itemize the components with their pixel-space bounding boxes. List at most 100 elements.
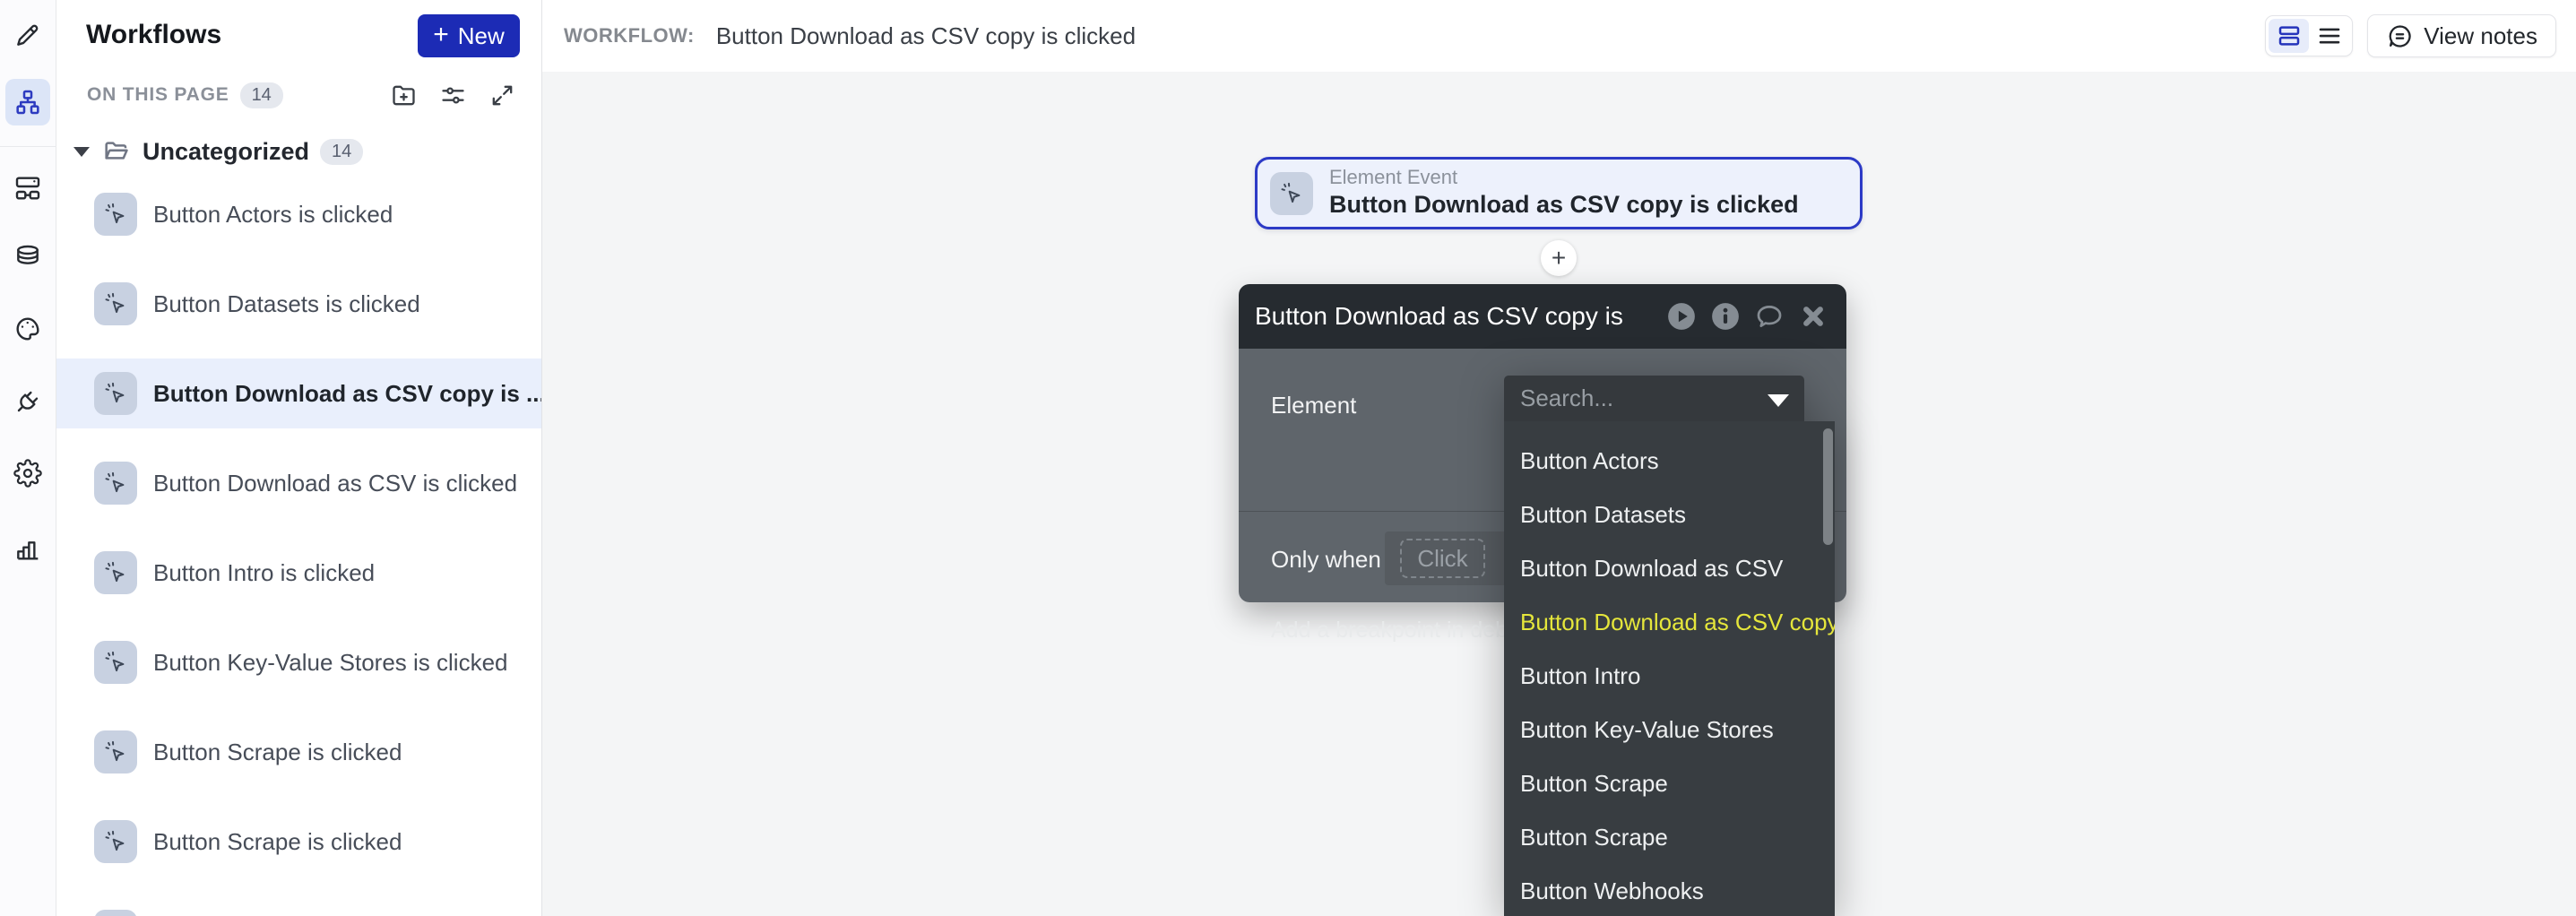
gear-icon bbox=[13, 459, 42, 488]
workflow-list-item[interactable]: Button Intro is clicked bbox=[56, 528, 541, 618]
workflow-list-item[interactable] bbox=[56, 886, 541, 916]
database-icon bbox=[13, 243, 42, 272]
workflow-breadcrumb-name: Button Download as CSV copy is clicked bbox=[716, 22, 1136, 50]
element-option[interactable]: Button Intro bbox=[1504, 649, 1835, 703]
sidebar-item-plugins[interactable] bbox=[13, 387, 42, 416]
folder-name: Uncategorized bbox=[143, 138, 309, 166]
folder-plus-icon bbox=[390, 82, 418, 109]
cursor-click-icon bbox=[103, 650, 128, 675]
sidebar-item-settings[interactable] bbox=[13, 459, 42, 488]
list-view-button[interactable] bbox=[2309, 19, 2349, 53]
expand-icon bbox=[488, 82, 516, 109]
workflow-list-item[interactable]: Button Datasets is clicked bbox=[56, 259, 541, 349]
info-circle-icon bbox=[1710, 301, 1741, 332]
sidebar-item-workflows[interactable] bbox=[5, 79, 50, 125]
comment-button[interactable] bbox=[1754, 301, 1785, 332]
condition-input[interactable]: Click bbox=[1385, 531, 1519, 585]
add-step-button[interactable]: + bbox=[1541, 240, 1577, 276]
sidebar-item-styles[interactable] bbox=[13, 315, 42, 343]
card-view-button[interactable] bbox=[2269, 19, 2309, 53]
rail-divider bbox=[0, 146, 56, 147]
breakpoint-row[interactable]: Add a breakpoint in deb bbox=[1271, 618, 1508, 648]
left-icon-rail bbox=[0, 0, 56, 916]
element-option-label: Button Scrape bbox=[1520, 824, 1668, 851]
workflow-item-label: Button Download as CSV is clicked bbox=[153, 470, 517, 497]
palette-icon bbox=[13, 315, 42, 343]
workflow-list: Button Actors is clicked Button Datasets… bbox=[56, 169, 541, 916]
element-option[interactable]: Button Key-Value Stores bbox=[1504, 703, 1835, 756]
click-condition-chip[interactable]: Click bbox=[1400, 539, 1485, 578]
workflow-breadcrumb-label: WORKFLOW: bbox=[564, 24, 695, 48]
info-button[interactable] bbox=[1710, 301, 1741, 332]
cursor-click-icon bbox=[103, 829, 128, 854]
node-type-label: Element Event bbox=[1329, 167, 1799, 188]
workflow-list-item[interactable]: Button Scrape is clicked bbox=[56, 797, 541, 886]
cursor-click-icon bbox=[103, 291, 128, 316]
view-mode-toggle bbox=[2265, 15, 2353, 56]
sidebar-item-components[interactable] bbox=[13, 174, 42, 203]
modal-header[interactable]: Button Download as CSV copy is bbox=[1239, 284, 1846, 349]
dropdown-scrollbar-thumb[interactable] bbox=[1823, 428, 1833, 545]
workflow-icon bbox=[13, 88, 42, 117]
add-folder-button[interactable] bbox=[390, 82, 418, 109]
new-workflow-button[interactable]: + New bbox=[418, 14, 520, 57]
bar-chart-icon bbox=[13, 534, 42, 563]
element-option[interactable]: Button Scrape bbox=[1504, 756, 1835, 810]
run-button[interactable] bbox=[1666, 301, 1697, 332]
folder-count-badge: 14 bbox=[320, 139, 363, 165]
element-option-label: Button Scrape bbox=[1520, 770, 1668, 798]
sidebar-item-logs[interactable] bbox=[13, 534, 42, 563]
element-search-input[interactable] bbox=[1504, 376, 1804, 421]
cursor-click-icon bbox=[1279, 181, 1304, 206]
element-option[interactable]: Button Actors bbox=[1504, 434, 1835, 488]
close-button[interactable] bbox=[1798, 301, 1828, 332]
breakpoint-label: Add a breakpoint in deb bbox=[1271, 618, 1508, 643]
hamburger-icon bbox=[2316, 22, 2343, 49]
event-node[interactable]: Element Event Button Download as CSV cop… bbox=[1255, 157, 1863, 229]
comment-bubble-icon bbox=[1754, 301, 1785, 332]
on-this-page-row: ON THIS PAGE 14 bbox=[56, 75, 541, 115]
cursor-click-icon bbox=[103, 381, 128, 406]
element-option[interactable]: Button Download as CSV copy bbox=[1504, 595, 1835, 649]
expand-button[interactable] bbox=[488, 82, 516, 109]
element-option[interactable]: Button Webhooks bbox=[1504, 864, 1835, 916]
workflow-list-item[interactable]: Button Scrape is clicked bbox=[56, 707, 541, 797]
element-option[interactable]: Button Scrape bbox=[1504, 810, 1835, 864]
only-when-label: Only when bbox=[1271, 546, 1381, 574]
folder-uncategorized[interactable]: Uncategorized 14 bbox=[56, 129, 541, 174]
workflow-list-item[interactable]: Button Key-Value Stores is clicked bbox=[56, 618, 541, 707]
workflow-item-label: Button Actors is clicked bbox=[153, 201, 393, 229]
folder-open-icon bbox=[102, 137, 131, 166]
filter-button[interactable] bbox=[439, 82, 467, 109]
cursor-click-icon bbox=[103, 560, 128, 585]
plus-icon: + bbox=[433, 20, 449, 50]
workflow-item-label: Button Scrape is clicked bbox=[153, 828, 402, 856]
element-option[interactable]: Button Download as CSV bbox=[1504, 541, 1835, 595]
play-circle-icon bbox=[1666, 301, 1697, 332]
frame-icon bbox=[13, 174, 42, 203]
caret-down-icon[interactable] bbox=[73, 147, 90, 157]
plug-icon bbox=[13, 387, 42, 416]
cursor-click-icon bbox=[103, 202, 128, 227]
notes-bubble-icon bbox=[2386, 22, 2414, 50]
workflow-item-label: Button Datasets is clicked bbox=[153, 290, 420, 318]
sidebar-item-data[interactable] bbox=[13, 243, 42, 272]
cursor-click-icon bbox=[103, 739, 128, 765]
cursor-click-icon bbox=[103, 471, 128, 496]
workflow-list-item[interactable]: Button Download as CSV copy is ... bbox=[56, 349, 541, 438]
workflow-list-item[interactable]: Button Actors is clicked bbox=[56, 169, 541, 259]
sidebar-item-design[interactable] bbox=[13, 21, 42, 49]
element-options-list: Button Actors Button Datasets Button Dow… bbox=[1504, 421, 1835, 916]
element-dropdown: Button Actors Button Datasets Button Dow… bbox=[1504, 376, 1835, 916]
section-label: ON THIS PAGE bbox=[87, 84, 229, 106]
sliders-icon bbox=[439, 82, 467, 109]
workflow-item-label: Button Intro is clicked bbox=[153, 559, 375, 587]
close-icon bbox=[1798, 301, 1828, 332]
element-option-label: Button Download as CSV copy bbox=[1520, 609, 1835, 636]
element-option[interactable]: Button Datasets bbox=[1504, 488, 1835, 541]
chevron-down-icon[interactable] bbox=[1768, 394, 1789, 407]
workflow-list-item[interactable]: Button Download as CSV is clicked bbox=[56, 438, 541, 528]
element-option-label: Button Actors bbox=[1520, 447, 1659, 475]
view-notes-label: View notes bbox=[2424, 22, 2537, 50]
view-notes-button[interactable]: View notes bbox=[2367, 14, 2556, 57]
